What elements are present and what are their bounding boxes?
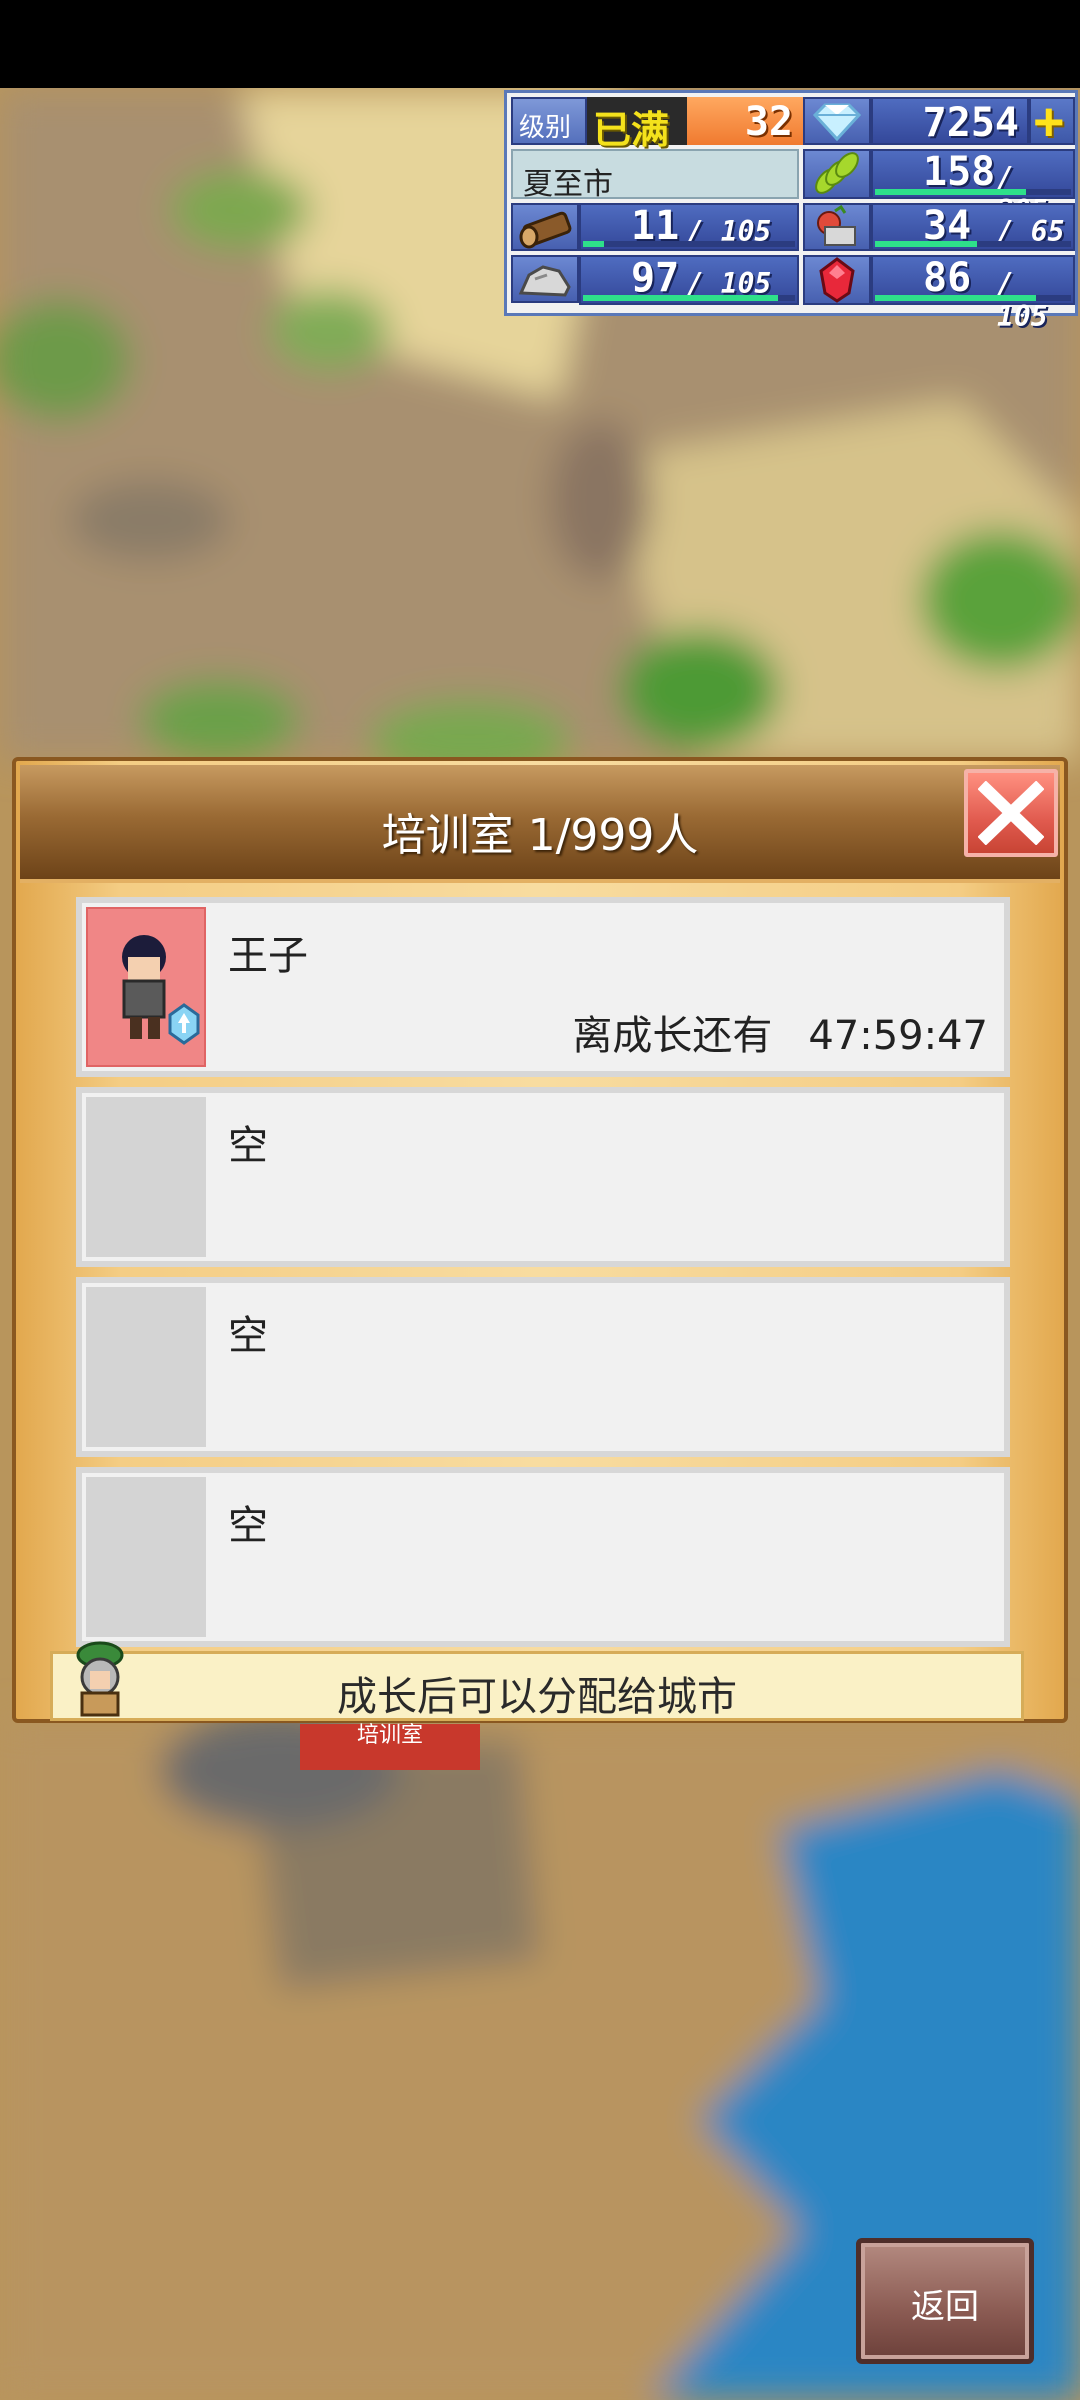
growth-timer-label: 离成长还有 xyxy=(572,1013,773,1059)
level-value-cell: 32 xyxy=(687,97,803,145)
back-button[interactable]: 返回 xyxy=(856,2238,1034,2364)
prince-avatar-icon xyxy=(122,935,200,1045)
trainee-portrait xyxy=(86,907,206,1067)
add-gems-button[interactable]: + xyxy=(1029,92,1075,152)
produce-icon xyxy=(817,204,856,246)
close-button[interactable] xyxy=(964,769,1058,857)
dialog-header: 培训室 1/999人 xyxy=(20,765,1060,883)
level-label: 级别 xyxy=(519,112,572,142)
stone-icon xyxy=(518,265,571,297)
materials-cell: 34 / 65 xyxy=(871,203,1075,251)
close-icon xyxy=(978,781,1044,845)
advisor-icon xyxy=(76,1641,124,1717)
dialog-title: 培训室 1/999人 xyxy=(381,810,699,861)
materials-bar xyxy=(875,241,1071,247)
slot-empty-label: 空 xyxy=(228,1313,268,1359)
city-name-cell: 夏至市 xyxy=(511,149,799,201)
growth-timer-value: 47:59:47 xyxy=(808,1013,988,1059)
level-status: 已满 xyxy=(593,110,670,152)
food-cell: 158 / 205 xyxy=(871,149,1075,227)
trainee-slot-2[interactable]: 空 xyxy=(76,1087,1010,1267)
status-bar xyxy=(0,0,1080,88)
city-name: 夏至市 xyxy=(523,168,613,201)
slot-empty-label: 空 xyxy=(228,1503,268,1549)
level-label-cell: 级别 xyxy=(511,97,587,145)
level-value: 32 xyxy=(744,99,793,145)
stone-icon-cell xyxy=(511,255,579,303)
wood-cell: 11 / 105 xyxy=(579,203,799,251)
growth-timer: 离成长还有 47:59:47 xyxy=(572,1003,988,1061)
stone-bar xyxy=(583,295,795,301)
wood-icon-cell xyxy=(511,203,579,251)
trainee-slot-3[interactable]: 空 xyxy=(76,1277,1010,1457)
materials-icon-cell xyxy=(803,203,871,251)
gem-count-cell: 7254 xyxy=(871,97,1029,146)
wheat-icon xyxy=(815,152,859,194)
gem-icon-cell xyxy=(803,97,871,145)
wood-log-icon xyxy=(519,211,572,249)
level-status-cell: 已满 xyxy=(587,97,687,152)
ruby-icon xyxy=(819,257,855,303)
trainee-slot-1[interactable]: 王子 离成长还有 47:59:47 xyxy=(76,897,1010,1077)
empty-portrait xyxy=(86,1477,206,1637)
ruby-bar xyxy=(875,295,1071,301)
ruby-icon-cell xyxy=(803,255,871,305)
hint-bar: 成长后可以分配给城市 xyxy=(50,1651,1024,1721)
resource-hud: 级别 已满 32 7254 + 夏至市 158 / 205 xyxy=(504,90,1078,333)
trainee-slot-4[interactable]: 空 xyxy=(76,1467,1010,1647)
food-bar xyxy=(875,189,1071,195)
ruby-cell: 86 / 105 xyxy=(871,255,1075,333)
trainee-name: 王子 xyxy=(228,933,308,979)
back-button-label: 返回 xyxy=(911,2287,979,2327)
stone-cell: 97 / 105 xyxy=(579,255,799,305)
training-room-dialog: 培训室 1/999人 王子 离成长还有 47:59:47 空 空 空 成长后可以… xyxy=(12,757,1068,1723)
empty-portrait xyxy=(86,1287,206,1447)
gem-icon xyxy=(812,103,862,142)
slot-empty-label: 空 xyxy=(228,1123,268,1169)
building-sign-label: 培训室 xyxy=(357,1722,423,1747)
empty-portrait xyxy=(86,1097,206,1257)
plus-icon: + xyxy=(1033,92,1065,152)
food-icon-cell xyxy=(803,149,871,199)
wood-bar xyxy=(583,241,795,247)
gem-count: 7254 xyxy=(922,100,1019,146)
hint-text: 成长后可以分配给城市 xyxy=(337,1674,737,1720)
